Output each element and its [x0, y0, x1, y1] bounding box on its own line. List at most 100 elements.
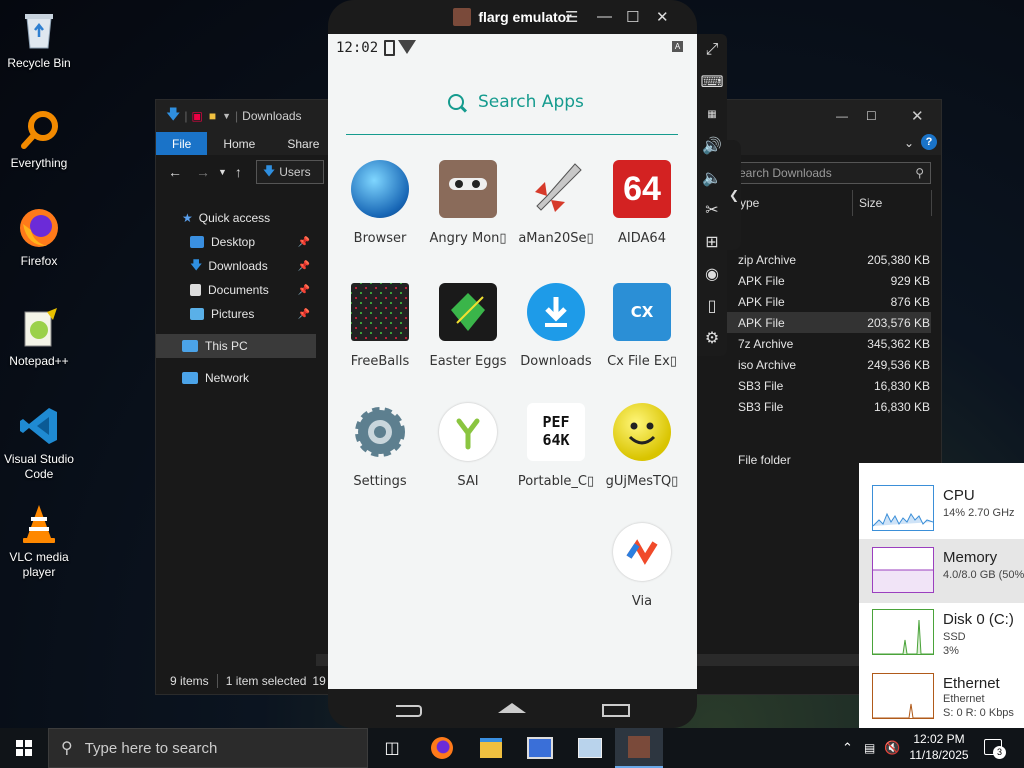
- nav-pictures[interactable]: Pictures 📌: [156, 302, 316, 326]
- keyboard-icon[interactable]: ⌨: [697, 66, 727, 98]
- nav-documents[interactable]: Documents 📌: [156, 278, 316, 302]
- app-angry-monkey[interactable]: Angry Mon▯: [423, 160, 513, 246]
- app-sai[interactable]: SAI: [423, 403, 513, 489]
- nav-this-pc[interactable]: This PC: [156, 334, 316, 358]
- emulator-logo-icon: [628, 736, 650, 758]
- taskbar-task-manager[interactable]: [566, 728, 614, 768]
- properties-icon[interactable]: ▣: [192, 109, 203, 123]
- fullscreen-icon[interactable]: ⤢: [697, 34, 727, 66]
- app-freeballs[interactable]: FreeBalls: [335, 283, 425, 369]
- column-divider[interactable]: [852, 190, 853, 216]
- volume-down-icon[interactable]: 🔈: [697, 162, 727, 194]
- task-view-button[interactable]: ◫: [368, 728, 416, 768]
- android-status-time: 12:02: [336, 40, 379, 56]
- file-row-selected[interactable]: APK File 203,576 KB: [726, 312, 931, 333]
- taskbar-search-placeholder: Type here to search: [84, 739, 218, 757]
- emulator-titlebar[interactable]: flarg emulator: [328, 0, 697, 34]
- file-row[interactable]: SB3 File 16,830 KB: [726, 396, 931, 417]
- search-downloads-input[interactable]: earch Downloads ⚲: [734, 162, 931, 184]
- taskbar-search-box[interactable]: ⚲ Type here to search: [48, 728, 368, 768]
- chevron-up-icon[interactable]: ⌃: [842, 740, 853, 756]
- app-aida64[interactable]: 64 AIDA64: [597, 160, 687, 246]
- nav-desktop[interactable]: Desktop 📌: [156, 230, 316, 254]
- app-easter-eggs[interactable]: Easter Eggs: [423, 283, 513, 369]
- desktop-icon-vlc[interactable]: VLC media player: [0, 502, 78, 580]
- close-icon[interactable]: ✕: [911, 107, 924, 125]
- pin-icon[interactable]: 📌: [298, 285, 310, 296]
- app-browser[interactable]: Browser: [335, 160, 425, 246]
- tab-home[interactable]: Home: [207, 132, 271, 155]
- search-apps-button[interactable]: Search Apps: [448, 92, 584, 113]
- nav-network[interactable]: Network: [156, 366, 316, 390]
- smiley-icon: [613, 403, 671, 461]
- file-row[interactable]: SB3 File 16,830 KB: [726, 375, 931, 396]
- back-icon[interactable]: [396, 705, 422, 717]
- file-row[interactable]: iso Archive 249,536 KB: [726, 354, 931, 375]
- app-settings[interactable]: Settings: [335, 403, 425, 489]
- settings-gear-icon[interactable]: ⚙: [697, 322, 727, 354]
- chevron-down-icon[interactable]: ▼: [222, 111, 231, 121]
- desktop-icon-notepad[interactable]: Notepad++: [0, 306, 78, 369]
- tab-share[interactable]: Share: [271, 132, 335, 155]
- recents-icon[interactable]: [602, 704, 630, 717]
- file-row[interactable]: APK File 929 KB: [726, 270, 931, 291]
- app-aman20se[interactable]: aMan20Se▯: [511, 160, 601, 246]
- file-row[interactable]: 7z Archive 345,362 KB: [726, 333, 931, 354]
- minimize-icon[interactable]: —: [836, 109, 848, 123]
- app-label: Browser: [353, 231, 407, 246]
- file-row[interactable]: APK File 876 KB: [726, 291, 931, 312]
- home-icon[interactable]: [498, 703, 526, 713]
- close-icon[interactable]: ✕: [656, 8, 669, 26]
- app-via[interactable]: Via: [597, 523, 687, 609]
- recent-chevron-icon[interactable]: ▼: [218, 167, 227, 177]
- pin-icon[interactable]: 📌: [298, 261, 310, 272]
- maximize-icon[interactable]: ☐: [626, 8, 639, 26]
- notification-center-button[interactable]: 3: [984, 737, 1006, 759]
- location-icon[interactable]: ◉: [697, 258, 727, 290]
- taskbar-firefox[interactable]: [418, 728, 466, 768]
- up-arrow-icon[interactable]: ↑: [235, 164, 242, 180]
- taskbar-emulator[interactable]: [615, 728, 663, 768]
- column-header-size[interactable]: Size: [859, 196, 882, 210]
- desktop-icon-vscode[interactable]: Visual Studio Code: [0, 404, 78, 482]
- apk-install-icon[interactable]: ▦: [697, 98, 727, 130]
- minimize-icon[interactable]: —: [597, 8, 612, 25]
- collapse-toolbar-handle[interactable]: ❮: [727, 140, 741, 250]
- forward-arrow-icon[interactable]: →: [196, 164, 210, 180]
- add-window-icon[interactable]: ⊞: [697, 226, 727, 258]
- chevron-down-icon[interactable]: ⌄: [904, 136, 914, 150]
- pin-icon[interactable]: 📌: [298, 237, 310, 248]
- tab-file[interactable]: File: [156, 132, 208, 155]
- column-divider[interactable]: [931, 190, 932, 216]
- pin-icon[interactable]: 📌: [298, 309, 310, 320]
- address-input[interactable]: 🡇 Users: [255, 160, 324, 184]
- nav-downloads[interactable]: 🡇 Downloads 📌: [156, 254, 316, 278]
- perf-ethernet[interactable]: Ethernet Ethernet S: 0 R: 0 Kbps: [859, 665, 1024, 729]
- menu-icon[interactable]: ☰: [565, 8, 578, 26]
- network-tray-icon[interactable]: ▤: [864, 741, 875, 755]
- taskbar-file-explorer[interactable]: [467, 728, 515, 768]
- help-icon[interactable]: ?: [921, 134, 937, 150]
- app-cx-file-explorer[interactable]: CX Cx File Ex▯: [597, 283, 687, 369]
- desktop-icon-recycle-bin[interactable]: Recycle Bin: [0, 8, 78, 71]
- app-gujmestq[interactable]: gUjMesTQ▯: [597, 403, 687, 489]
- start-button[interactable]: [0, 728, 48, 768]
- perf-memory[interactable]: Memory 4.0/8.0 GB (50%): [859, 539, 1024, 603]
- file-row[interactable]: zip Archive 205,380 KB: [726, 249, 931, 270]
- nav-quick-access[interactable]: ★ Quick access: [156, 206, 316, 230]
- volume-up-icon[interactable]: 🔊: [697, 130, 727, 162]
- desktop-icon-everything[interactable]: Everything: [0, 108, 78, 171]
- taskbar-network-app[interactable]: [516, 728, 564, 768]
- app-downloads[interactable]: Downloads: [511, 283, 601, 369]
- perf-cpu[interactable]: CPU 14% 2.70 GHz: [859, 477, 1024, 541]
- app-portable-c[interactable]: PEF 64K Portable_C▯: [511, 403, 601, 489]
- screenshot-scissors-icon[interactable]: ✂: [697, 194, 727, 226]
- back-arrow-icon[interactable]: ←: [168, 164, 182, 180]
- perf-disk[interactable]: Disk 0 (C:) SSD 3%: [859, 601, 1024, 665]
- desktop-icon-firefox[interactable]: Firefox: [0, 206, 78, 269]
- shake-icon[interactable]: ▯: [697, 290, 727, 322]
- column-header-type[interactable]: ype: [740, 196, 759, 210]
- volume-muted-icon[interactable]: 🔇: [884, 740, 900, 756]
- taskbar-clock[interactable]: 12:02 PM 11/18/2025: [904, 731, 974, 763]
- maximize-icon[interactable]: ☐: [866, 109, 877, 123]
